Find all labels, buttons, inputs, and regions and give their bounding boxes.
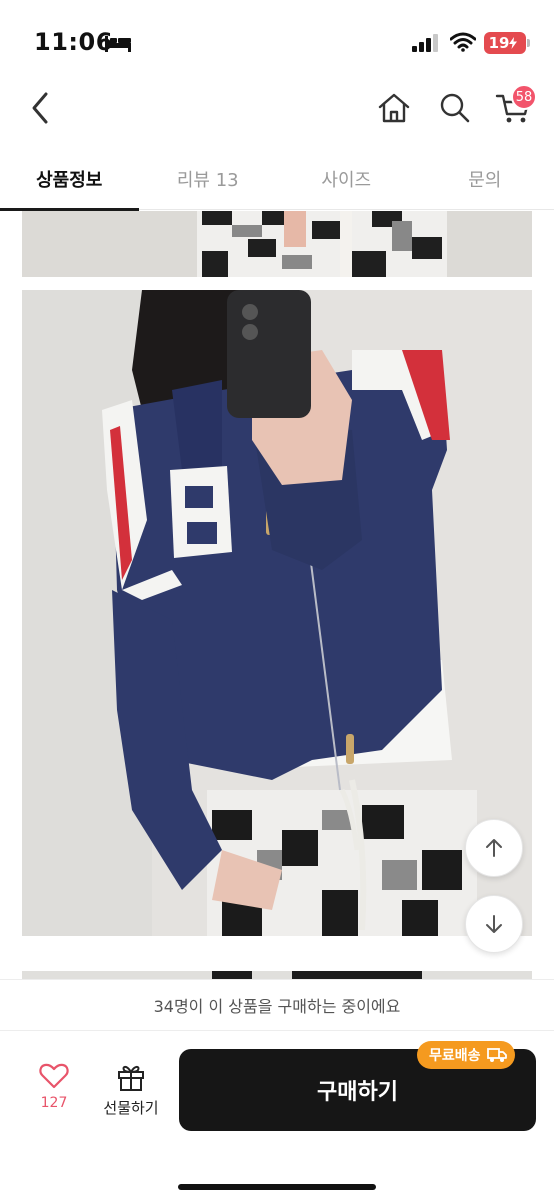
battery-level: 19 xyxy=(488,34,510,52)
product-photo-navy-zip-hoodie xyxy=(22,290,532,936)
home-indicator xyxy=(178,1184,376,1190)
arrow-up-icon xyxy=(486,839,502,857)
tab-inquiry[interactable]: 문의 xyxy=(416,148,554,210)
gift-icon xyxy=(118,1065,144,1091)
bed-icon xyxy=(105,36,131,52)
battery-tip xyxy=(527,39,530,47)
cart-badge: 58 xyxy=(511,84,537,110)
product-photo-pants xyxy=(22,211,532,277)
gift-button[interactable]: 선물하기 xyxy=(96,1063,166,1123)
truck-icon xyxy=(486,1048,507,1062)
status-time: 11:06 xyxy=(34,28,113,56)
signal-icon xyxy=(412,34,438,52)
status-bar: 11:06 19 xyxy=(0,0,554,80)
charging-bolt-icon xyxy=(509,37,518,49)
scroll-down-button[interactable] xyxy=(465,895,523,953)
tab-size[interactable]: 사이즈 xyxy=(277,148,416,210)
purchase-activity-notice: 34명이 이 상품을 구매하는 중이에요 xyxy=(0,979,554,1031)
tab-product-info[interactable]: 상품정보 xyxy=(0,148,139,211)
free-shipping-badge: 무료배송 xyxy=(417,1041,515,1069)
arrow-down-icon xyxy=(486,915,502,933)
scroll-up-button[interactable] xyxy=(465,819,523,877)
tab-bar: 상품정보 리뷰 13 사이즈 문의 xyxy=(0,148,554,211)
free-shipping-label: 무료배송 xyxy=(429,1048,481,1064)
wifi-icon xyxy=(450,32,476,52)
like-count: 127 xyxy=(40,1095,68,1111)
tab-reviews[interactable]: 리뷰 13 xyxy=(139,148,278,210)
product-photo-next xyxy=(22,971,532,979)
like-button[interactable]: 127 xyxy=(24,1063,84,1123)
home-icon[interactable] xyxy=(376,90,412,126)
battery-icon: 19 xyxy=(484,32,526,54)
bottom-action-bar: 127 선물하기 구매하기 무료배송 xyxy=(0,1031,554,1200)
nav-bar xyxy=(0,80,554,140)
back-arrow-icon[interactable] xyxy=(26,88,56,128)
heart-icon xyxy=(39,1063,69,1089)
search-icon[interactable] xyxy=(437,90,473,126)
gift-label: 선물하기 xyxy=(103,1099,159,1117)
